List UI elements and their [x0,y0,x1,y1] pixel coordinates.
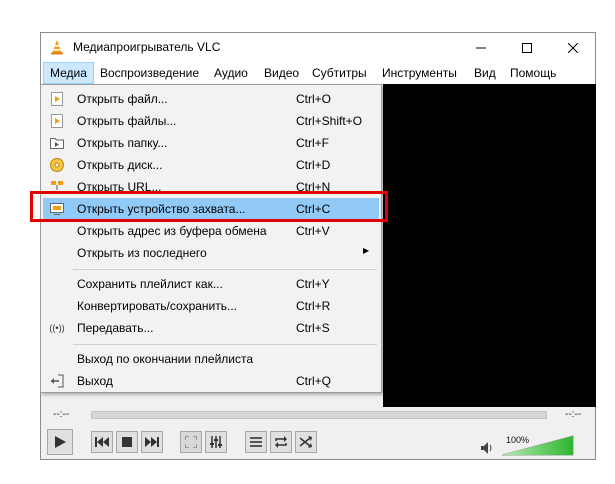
stream-icon: ((•)) [49,323,65,333]
menu-video[interactable]: Видео [258,62,305,84]
folder-icon [49,135,65,151]
file-icon [49,91,65,107]
menu-item-open-files[interactable]: Открыть файлы... Ctrl+Shift+O [43,110,379,132]
maximize-icon [522,42,532,53]
disc-icon [49,157,65,173]
annotation-highlight-box [30,191,388,222]
menu-separator [73,269,377,270]
menu-item-shortcut: Ctrl+Y [296,277,330,291]
loop-icon [275,436,287,448]
menu-item-shortcut: Ctrl+Q [296,374,332,388]
menu-item-label: Открыть диск... [77,158,163,172]
menu-item-label: Открыть файлы... [77,114,177,128]
play-icon [55,436,66,448]
menu-item-shortcut: Ctrl+R [296,299,331,313]
volume-slider[interactable] [501,433,577,457]
next-icon [145,437,159,447]
media-menu-dropdown: Открыть файл... Ctrl+O Открыть файлы... … [40,84,382,393]
extended-settings-button[interactable] [205,431,227,453]
maximize-button[interactable] [504,33,550,62]
menu-media[interactable]: Медиа [43,62,94,84]
elapsed-time: --:-- [53,409,70,420]
menu-item-shortcut: Ctrl+Shift+O [296,114,363,128]
equalizer-icon [210,436,222,448]
shuffle-button[interactable] [295,431,317,453]
menu-subtitles[interactable]: Субтитры [306,62,373,84]
shuffle-icon [299,436,312,448]
menu-item-open-file[interactable]: Открыть файл... Ctrl+O [43,88,379,110]
files-icon [49,113,65,129]
menu-item-shortcut: Ctrl+O [296,92,332,106]
menu-item-stream[interactable]: ((•)) Передавать... Ctrl+S [43,317,379,339]
loop-button[interactable] [270,431,292,453]
menu-item-open-clipboard[interactable]: Открыть адрес из буфера обмена Ctrl+V [43,220,379,242]
playlist-icon [250,437,262,447]
control-bar: 100% [41,425,595,459]
menu-item-convert-save[interactable]: Конвертировать/сохранить... Ctrl+R [43,295,379,317]
speaker-icon[interactable] [481,442,495,454]
menu-item-open-recent[interactable]: Открыть из последнего ▶ [43,242,379,264]
total-time: --:-- [565,409,582,420]
menu-help[interactable]: Помощь [504,62,562,84]
next-button[interactable] [141,431,163,453]
menu-item-shortcut: Ctrl+V [296,224,330,238]
minimize-button[interactable] [458,33,504,62]
menu-item-label: Выход по окончании плейлиста [77,352,254,366]
menu-item-shortcut: Ctrl+F [296,136,329,150]
menu-item-label: Передавать... [77,321,154,335]
fullscreen-button[interactable] [180,431,202,453]
playlist-button[interactable] [245,431,267,453]
menu-item-label: Конвертировать/сохранить... [77,299,237,313]
timeline: --:-- --:-- [41,407,595,425]
menu-separator [73,344,377,345]
menu-item-shortcut: Ctrl+S [296,321,330,335]
exit-icon [49,373,65,389]
video-area[interactable] [383,84,596,407]
menu-item-open-folder[interactable]: Открыть папку... Ctrl+F [43,132,379,154]
previous-button[interactable] [91,431,113,453]
menu-item-label: Выход [77,374,113,388]
title-bar: Медиапроигрыватель VLC [41,33,595,62]
menu-item-label: Сохранить плейлист как... [77,277,223,291]
window-title: Медиапроигрыватель VLC [73,40,221,54]
menu-item-shortcut: Ctrl+D [296,158,331,172]
menu-bar: Медиа Воспроизведение Аудио Видео Субтит… [41,62,595,84]
menu-item-label: Открыть адрес из буфера обмена [77,224,267,238]
menu-view[interactable]: Вид [468,62,502,84]
menu-item-label: Открыть из последнего [77,246,207,260]
close-icon [568,42,578,53]
submenu-arrow-icon: ▶ [363,246,370,255]
menu-item-open-disc[interactable]: Открыть диск... Ctrl+D [43,154,379,176]
menu-tools[interactable]: Инструменты [376,62,463,84]
play-button[interactable] [47,429,73,455]
menu-item-label: Открыть файл... [77,92,168,106]
menu-playback[interactable]: Воспроизведение [94,62,205,84]
menu-item-save-playlist[interactable]: Сохранить плейлист как... Ctrl+Y [43,273,379,295]
stop-icon [122,437,132,447]
previous-icon [95,437,109,447]
close-button[interactable] [550,33,596,62]
menu-item-quit-at-end[interactable]: Выход по окончании плейлиста [43,348,379,370]
menu-audio[interactable]: Аудио [208,62,254,84]
menu-item-quit[interactable]: Выход Ctrl+Q [43,370,379,392]
minimize-icon [476,47,486,48]
menu-item-label: Открыть папку... [77,136,168,150]
seek-bar[interactable] [91,411,547,419]
fullscreen-icon [185,436,197,448]
stop-button[interactable] [116,431,138,453]
vlc-cone-icon [51,40,63,55]
